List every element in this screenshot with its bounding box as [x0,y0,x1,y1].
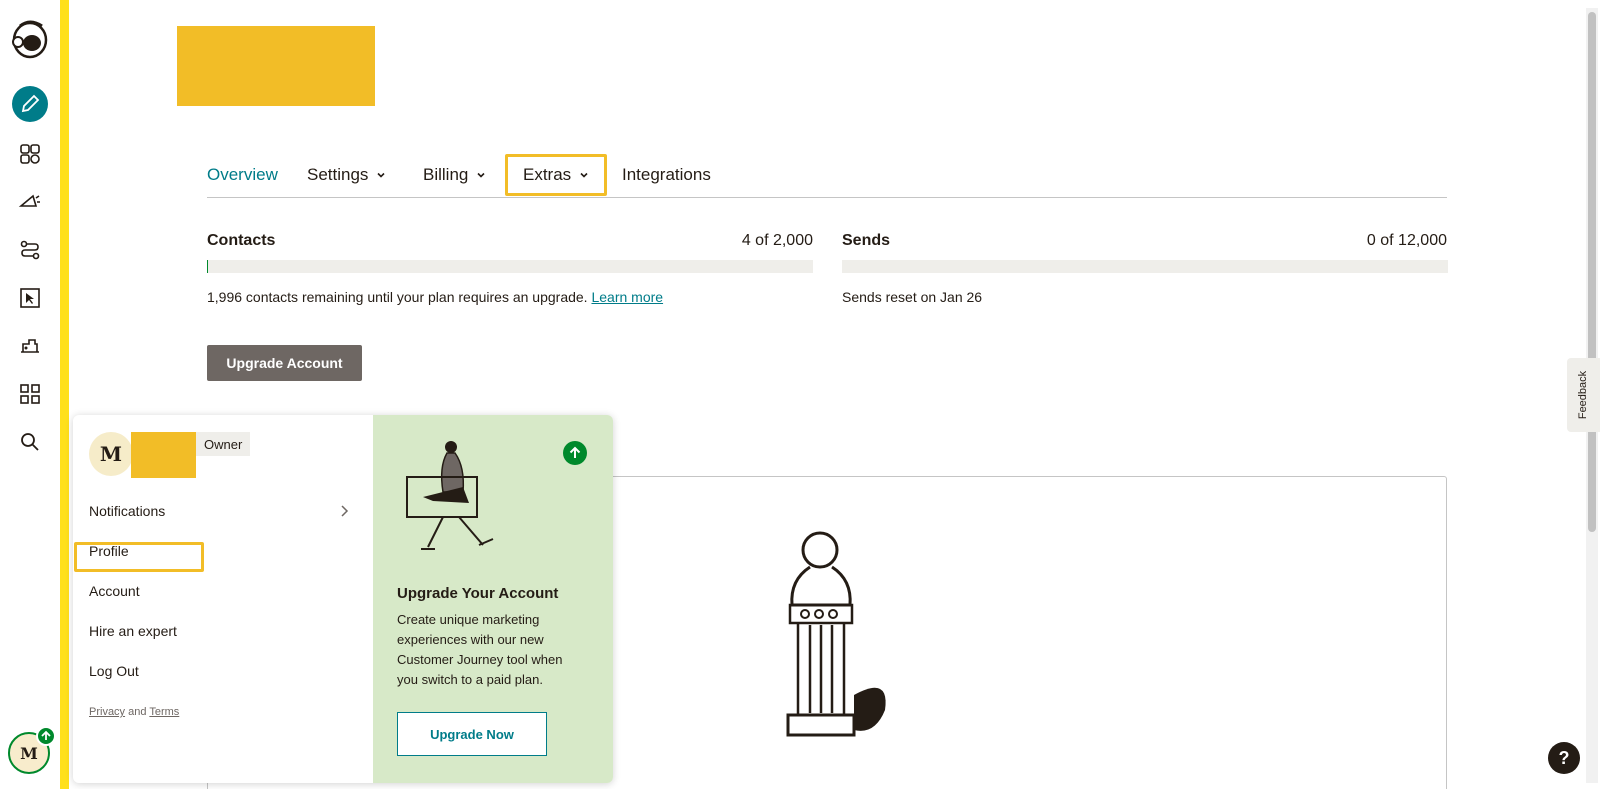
audience-icon [20,144,40,164]
upgrade-arrow-icon [563,441,587,465]
legal-and: and [128,706,147,718]
account-menu-popover: M Owner Notifications Profile Account Hi… [73,415,613,783]
contacts-note-text: 1,996 contacts remaining until your plan… [207,289,588,305]
upgrade-badge-icon [36,726,56,746]
dashboard-nav-button[interactable] [12,376,48,412]
website-nav-button[interactable] [12,280,48,316]
campaigns-nav-button[interactable] [12,184,48,220]
audience-nav-button[interactable] [12,136,48,172]
tab-billing[interactable]: Billing [423,165,486,185]
terms-link[interactable]: Terms [149,706,179,718]
chevron-down-icon [377,172,386,178]
chevron-right-icon [341,505,349,517]
menu-item-notifications[interactable]: Notifications [89,503,165,519]
account-logo-redacted [177,26,375,106]
search-nav-button[interactable] [12,424,48,460]
contacts-progress-fill [207,260,209,273]
statue-illustration [786,531,886,737]
automations-nav-button[interactable] [12,232,48,268]
tab-settings-label: Settings [307,165,369,184]
tab-overview-label: Overview [207,165,278,184]
sends-count: 0 of 12,000 [1366,232,1447,249]
privacy-link[interactable]: Privacy [89,706,125,718]
person-carrying-frame-illustration [406,441,494,550]
account-menu: M Owner Notifications Profile Account Hi… [73,415,373,783]
create-button[interactable] [12,86,48,122]
role-badge: Owner [196,432,251,456]
tab-overview[interactable]: Overview [207,165,278,185]
help-button[interactable]: ? [1548,742,1580,774]
menu-item-hire-expert[interactable]: Hire an expert [89,623,177,639]
legal-links: Privacy and Terms [89,706,179,718]
upgrade-now-button[interactable]: Upgrade Now [397,712,547,756]
pencil-icon [21,94,40,113]
avatar-initial: M [20,743,38,763]
profile-highlight-box [74,542,204,572]
megaphone-icon [18,194,40,207]
menu-item-account[interactable]: Account [89,583,140,599]
help-question-icon: ? [1558,747,1570,768]
contacts-count: 4 of 2,000 [741,232,813,249]
contacts-progress-bar [207,260,813,273]
menu-avatar: M [89,432,133,476]
promo-text: Create unique marketing experiences with… [397,612,563,687]
chevron-down-icon [477,172,485,178]
integrations-nav-button[interactable] [12,328,48,364]
account-tabs: Overview Settings Billing Extras Integra… [207,160,1447,198]
sends-progress-bar [842,260,1448,273]
tab-billing-label: Billing [423,165,469,184]
extras-highlight-box [505,154,607,196]
integrations-icon [21,339,39,353]
sends-note: Sends reset on Jan 26 [842,289,983,305]
menu-avatar-initial: M [99,442,123,466]
scroll-thumb[interactable] [1588,12,1596,532]
feedback-tab[interactable]: Feedback [1567,358,1600,432]
promo-title: Upgrade Your Account [397,585,559,602]
dashboard-grid-icon [20,384,40,404]
sends-label: Sends [842,232,891,249]
search-icon [21,433,39,451]
feedback-label: Feedback [1577,370,1590,420]
upgrade-account-button[interactable]: Upgrade Account [207,345,362,381]
tab-integrations-label: Integrations [622,165,711,184]
user-name-redacted [131,432,196,478]
website-icon [20,288,40,308]
mailchimp-logo-icon[interactable] [8,16,52,60]
left-rail: M [0,0,60,789]
rail-accent-stripe [60,0,69,789]
tab-settings[interactable]: Settings [307,165,386,185]
contacts-note: 1,996 contacts remaining until your plan… [207,289,663,305]
tab-integrations[interactable]: Integrations [622,165,711,185]
menu-item-logout[interactable]: Log Out [89,663,139,679]
automations-icon [20,240,40,260]
upgrade-promo-panel: Upgrade Your Account Create unique marke… [373,415,613,783]
learn-more-link[interactable]: Learn more [591,289,663,305]
contacts-label: Contacts [207,232,276,249]
